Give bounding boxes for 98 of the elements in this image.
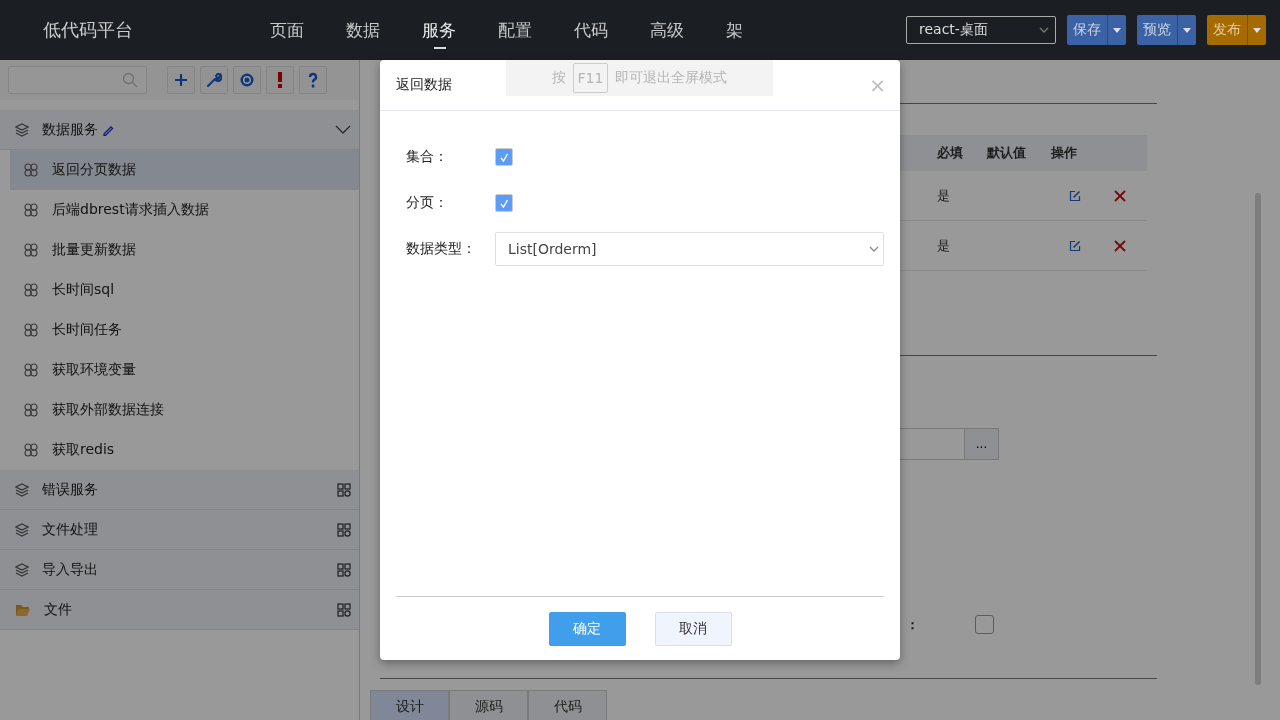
target-icon: [239, 72, 255, 88]
service-label: 获取环境变量: [52, 361, 136, 379]
group-label: 数据服务: [42, 120, 98, 139]
tool-button[interactable]: [200, 66, 228, 94]
nav-tab[interactable]: 数据: [346, 0, 422, 60]
cluster-icon: [24, 243, 38, 257]
layers-icon: [15, 482, 29, 497]
service-item[interactable]: 获取环境变量: [10, 350, 359, 390]
service-label: 获取外部数据连接: [52, 401, 164, 419]
table-cell-text: 是: [936, 186, 951, 205]
action-button[interactable]: 保存: [1067, 15, 1107, 45]
column-header: 必填: [936, 144, 964, 162]
service-item[interactable]: 批量更新数据: [10, 230, 359, 270]
dialog-title: 返回数据: [396, 76, 452, 94]
service-item[interactable]: 获取外部数据连接: [10, 390, 359, 430]
chevron-down-icon: [869, 246, 879, 252]
field-label: 分页：: [406, 194, 449, 212]
service-label: 获取redis: [52, 441, 115, 459]
service-label: 长时间sql: [52, 281, 115, 299]
caret-icon: [1253, 27, 1261, 33]
help-icon: [308, 72, 318, 88]
service-item[interactable]: 获取redis: [10, 430, 359, 470]
nav-tab[interactable]: 高级: [650, 0, 726, 60]
table-cell-text: 是: [936, 236, 951, 255]
field-label: 数据类型：: [406, 240, 477, 258]
cluster-icon: [24, 403, 38, 417]
scrollbar[interactable]: [1255, 193, 1261, 685]
folder-icon: [15, 602, 31, 617]
column-header: 默认值: [985, 144, 1027, 162]
cluster-icon: [24, 283, 38, 297]
editor-tab[interactable]: 源码: [449, 690, 528, 720]
layers-icon: [15, 562, 29, 577]
dropdown-button[interactable]: [1247, 15, 1266, 45]
cluster-icon: [24, 363, 38, 377]
service-label: 批量更新数据: [52, 241, 136, 259]
service-item[interactable]: 返回分页数据: [10, 150, 359, 190]
group-header[interactable]: 错误服务: [0, 470, 359, 510]
plus-icon: [174, 73, 188, 87]
group-header[interactable]: 文件: [0, 590, 359, 630]
column-header: 操作: [1050, 144, 1078, 162]
nav-tab[interactable]: 页面: [270, 0, 346, 60]
tool-button[interactable]: [233, 66, 261, 94]
edit-icon[interactable]: [1069, 189, 1081, 202]
tool-button[interactable]: [167, 66, 195, 94]
editor-tab[interactable]: 代码: [528, 690, 607, 720]
dropdown-button[interactable]: [1177, 15, 1196, 45]
service-label: 长时间任务: [52, 321, 122, 339]
checkbox[interactable]: [495, 148, 513, 166]
browse-button[interactable]: ...: [964, 428, 999, 460]
service-label: 返回分页数据: [52, 161, 136, 179]
chevron-down-icon: [1039, 27, 1049, 33]
tool-button[interactable]: [299, 66, 327, 94]
nav-tab[interactable]: 架: [726, 0, 802, 60]
service-item[interactable]: 后端dbrest请求插入数据: [10, 190, 359, 230]
nav-tab[interactable]: 配置: [498, 0, 574, 60]
dropdown-button[interactable]: [1107, 15, 1126, 45]
caret-icon: [1113, 27, 1121, 33]
alert-icon: [277, 72, 283, 88]
group-label: 导入导出: [42, 560, 98, 579]
field-label: 集合：: [406, 148, 449, 166]
service-item[interactable]: 长时间任务: [10, 310, 359, 350]
caret-icon: [1183, 27, 1191, 33]
group-label: 错误服务: [42, 480, 98, 499]
group-label: 文件: [44, 600, 72, 619]
editor-tab[interactable]: 设计: [370, 690, 449, 720]
toast-text: 即可退出全屏模式: [615, 69, 728, 87]
layers-icon: [15, 122, 29, 137]
edit-icon[interactable]: [1069, 239, 1081, 252]
app-logo: 低代码平台: [43, 18, 134, 42]
check-icon: [499, 152, 509, 162]
cluster-icon: [24, 203, 38, 217]
layers-icon: [15, 522, 29, 537]
cluster-icon: [24, 163, 38, 177]
cluster-icon: [24, 323, 38, 337]
toast-text: 按: [551, 69, 566, 87]
group-header[interactable]: 导入导出: [0, 550, 359, 590]
nav-tab[interactable]: 代码: [574, 0, 650, 60]
type-select[interactable]: List[Orderm]: [495, 232, 884, 266]
tool-button[interactable]: [266, 66, 294, 94]
check-icon: [499, 198, 509, 208]
group-header[interactable]: 数据服务: [0, 110, 359, 150]
group-label: 文件处理: [42, 520, 98, 539]
service-item[interactable]: 长时间sql: [10, 270, 359, 310]
service-label: 后端dbrest请求插入数据: [52, 201, 209, 219]
wrench-icon: [206, 72, 222, 88]
key-label: F11: [572, 63, 609, 93]
cluster-icon: [24, 443, 38, 457]
search-field[interactable]: [8, 66, 147, 94]
delete-icon[interactable]: [1114, 189, 1126, 202]
checkbox[interactable]: [495, 194, 513, 212]
group-header[interactable]: 文件处理: [0, 510, 359, 550]
app-select[interactable]: react-桌面: [906, 16, 1056, 44]
delete-icon[interactable]: [1114, 239, 1126, 252]
checkbox[interactable]: [975, 615, 994, 634]
cancel-button[interactable]: 取消: [654, 611, 732, 646]
search-icon: [122, 72, 138, 88]
field-label: ：: [906, 615, 919, 634]
action-button[interactable]: 预览: [1137, 15, 1177, 45]
